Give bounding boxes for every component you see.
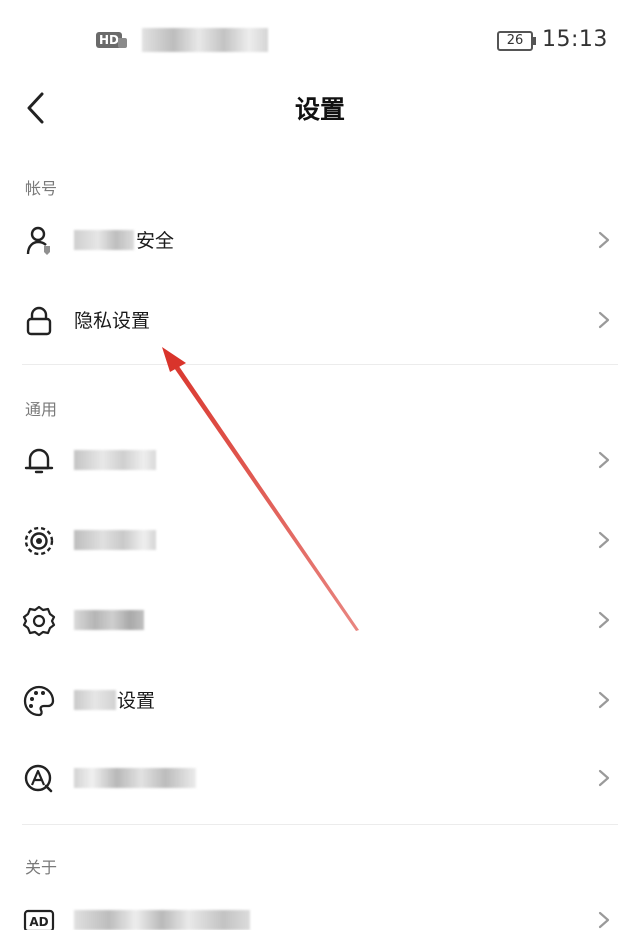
chevron-right-icon bbox=[598, 231, 610, 249]
page-title: 设置 bbox=[294, 95, 345, 124]
redacted-label bbox=[74, 450, 156, 470]
settings-row-account-security[interactable]: 安全 bbox=[0, 200, 640, 280]
redacted-status-icons bbox=[142, 28, 268, 52]
chevron-right-icon bbox=[598, 769, 610, 787]
settings-row-accessibility[interactable] bbox=[0, 738, 640, 818]
svg-text:AD: AD bbox=[29, 915, 48, 929]
bell-icon bbox=[24, 448, 54, 474]
battery-tip bbox=[533, 37, 536, 45]
settings-row-privacy[interactable]: 隐私设置 bbox=[0, 280, 640, 360]
redacted-label bbox=[74, 910, 250, 930]
section-divider bbox=[22, 824, 618, 825]
sim-icon bbox=[118, 38, 127, 48]
status-bar: HD 26 15:13 bbox=[0, 0, 640, 80]
lock-icon bbox=[26, 306, 52, 336]
chevron-right-icon bbox=[598, 451, 610, 469]
settings-row-general[interactable] bbox=[0, 580, 640, 660]
circle-a-icon bbox=[24, 764, 53, 793]
redacted-label bbox=[74, 690, 116, 710]
section-title-general: 通用 bbox=[25, 400, 58, 419]
page-header: 设置 bbox=[0, 80, 640, 136]
settings-row-label: 隐私设置 bbox=[74, 310, 151, 332]
ad-icon: AD bbox=[23, 909, 55, 930]
chevron-right-icon bbox=[598, 311, 610, 329]
settings-row-activity[interactable] bbox=[0, 500, 640, 580]
gear-icon bbox=[22, 605, 56, 637]
chevron-right-icon bbox=[598, 531, 610, 549]
chevron-right-icon bbox=[598, 611, 610, 629]
section-title-account: 帐号 bbox=[25, 179, 58, 198]
user-shield-icon bbox=[26, 226, 50, 255]
section-divider bbox=[22, 364, 618, 365]
battery-icon: 26 bbox=[497, 31, 533, 51]
settings-row-label: 安全 bbox=[136, 230, 175, 252]
settings-row-theme[interactable]: 设置 bbox=[0, 660, 640, 740]
clock: 15:13 bbox=[542, 27, 608, 52]
settings-row-label: 设置 bbox=[117, 690, 156, 712]
redacted-label bbox=[74, 610, 144, 630]
palette-icon bbox=[23, 685, 55, 717]
redacted-label bbox=[74, 530, 156, 550]
section-title-about: 关于 bbox=[25, 858, 58, 877]
settings-row-notifications[interactable] bbox=[0, 420, 640, 500]
chevron-right-icon bbox=[598, 911, 610, 929]
redacted-label bbox=[74, 230, 134, 250]
redacted-label bbox=[74, 768, 196, 788]
chevron-right-icon bbox=[598, 691, 610, 709]
settings-row-ad[interactable]: AD bbox=[0, 880, 640, 930]
activity-target-icon bbox=[24, 526, 54, 556]
